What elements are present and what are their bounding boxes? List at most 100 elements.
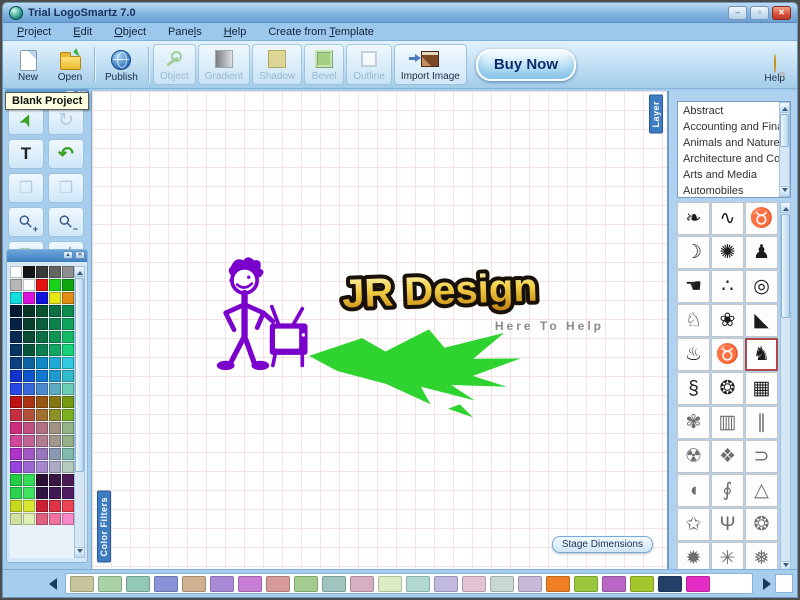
menu-create-from-template[interactable]: Create from Template [268, 26, 374, 38]
pastel-swatch[interactable] [686, 576, 710, 592]
color-swatch[interactable] [49, 487, 61, 499]
color-swatch[interactable] [62, 357, 74, 369]
pastel-swatch[interactable] [574, 576, 598, 592]
color-swatch[interactable] [36, 487, 48, 499]
color-swatch[interactable] [10, 396, 22, 408]
menu-help[interactable]: Help [224, 26, 247, 38]
color-swatch[interactable] [49, 435, 61, 447]
category-item[interactable]: Accounting and Finan [679, 119, 778, 135]
color-swatch[interactable] [62, 448, 74, 460]
color-swatch[interactable] [62, 331, 74, 343]
color-swatch[interactable] [23, 266, 35, 278]
color-swatch[interactable] [36, 500, 48, 512]
squirrels-symbol[interactable]: ❖ [711, 440, 744, 473]
menu-panels[interactable]: Panels [168, 26, 202, 38]
color-swatch[interactable] [49, 448, 61, 460]
color-swatch[interactable] [49, 422, 61, 434]
text-tool[interactable]: T [8, 139, 44, 169]
color-swatch[interactable] [49, 396, 61, 408]
color-swatch[interactable] [62, 500, 74, 512]
checkerboard-symbol[interactable]: ▦ [745, 372, 778, 405]
pastel-swatch[interactable] [490, 576, 514, 592]
color-swatch[interactable] [36, 448, 48, 460]
color-swatch[interactable] [10, 500, 22, 512]
color-swatch[interactable] [36, 422, 48, 434]
category-item[interactable]: Abstract [679, 103, 778, 119]
footprints-symbol[interactable]: ∴ [711, 270, 744, 303]
snowflake-symbol[interactable]: ❅ [745, 542, 778, 572]
color-swatch[interactable] [10, 279, 22, 291]
pastel-swatch[interactable] [406, 576, 430, 592]
pastel-swatch[interactable] [126, 576, 150, 592]
color-swatch[interactable] [10, 409, 22, 421]
color-swatch[interactable] [62, 409, 74, 421]
color-swatch[interactable] [36, 370, 48, 382]
gear-flower-symbol[interactable]: ❂ [745, 508, 778, 541]
color-swatch[interactable] [49, 279, 61, 291]
color-swatch[interactable] [10, 318, 22, 330]
color-swatch[interactable] [36, 344, 48, 356]
category-scrollbar[interactable] [779, 102, 790, 197]
design-canvas[interactable]: JR Design Here To Help Layer Color Filte… [91, 91, 671, 569]
plug-symbol[interactable]: ◖ [677, 474, 710, 507]
color-swatch[interactable] [23, 396, 35, 408]
pastel-swatch[interactable] [546, 576, 570, 592]
bull-head-symbol[interactable]: ♉ [711, 338, 744, 371]
pastel-swatch[interactable] [378, 576, 402, 592]
color-swatch[interactable] [62, 461, 74, 473]
color-swatch[interactable] [10, 487, 22, 499]
color-swatch[interactable] [62, 513, 74, 525]
maximize-button[interactable]: ▫ [750, 6, 769, 20]
palette-scrollbar[interactable] [74, 266, 85, 558]
close-button[interactable]: ✕ [772, 6, 791, 20]
horse-symbol-selected[interactable]: ♞ [745, 338, 778, 371]
pyramid-symbol[interactable]: △ [745, 474, 778, 507]
swatch-preview-box[interactable] [775, 574, 793, 593]
color-swatch[interactable] [10, 344, 22, 356]
color-swatch[interactable] [62, 266, 74, 278]
category-item[interactable]: Architecture and Cons [679, 151, 778, 167]
zoom-out-tool[interactable]: ⚲− [48, 207, 84, 237]
color-swatch[interactable] [49, 318, 61, 330]
color-swatch[interactable] [10, 435, 22, 447]
category-item[interactable]: Arts and Media [679, 167, 778, 183]
color-swatch[interactable] [10, 513, 22, 525]
leaves-symbol[interactable]: ✾ [677, 406, 710, 439]
scroll-down-icon[interactable] [780, 186, 789, 196]
transparent-swatch[interactable] [10, 266, 22, 278]
star-flower-symbol[interactable]: ✺ [711, 236, 744, 269]
color-swatch[interactable] [10, 370, 22, 382]
open-button[interactable]: Open [50, 44, 90, 85]
color-swatch[interactable] [62, 279, 74, 291]
color-swatch[interactable] [23, 513, 35, 525]
color-swatch[interactable] [36, 331, 48, 343]
scroll-left-icon[interactable] [49, 578, 57, 590]
color-swatch[interactable] [23, 279, 35, 291]
zoom-in-tool[interactable]: ⚲+ [8, 207, 44, 237]
color-swatch[interactable] [62, 370, 74, 382]
aster-symbol[interactable]: ✳ [711, 542, 744, 572]
color-swatch[interactable] [10, 448, 22, 460]
color-swatch[interactable] [23, 422, 35, 434]
color-swatch[interactable] [36, 357, 48, 369]
color-swatch[interactable] [10, 474, 22, 486]
layer-panel-tab[interactable]: Layer [649, 95, 663, 134]
color-filters-panel-tab[interactable]: Color Filters [97, 491, 111, 563]
abstract-corner-symbol[interactable]: ◣ [745, 304, 778, 337]
color-swatch[interactable] [23, 344, 35, 356]
pastel-swatch[interactable] [350, 576, 374, 592]
scroll-up-icon[interactable] [781, 203, 790, 213]
pastel-swatch[interactable] [294, 576, 318, 592]
color-swatch[interactable] [62, 487, 74, 499]
dragon-symbol[interactable]: § [677, 372, 710, 405]
color-swatch[interactable] [10, 331, 22, 343]
bullseye-symbol[interactable]: ◎ [745, 270, 778, 303]
pastel-swatch[interactable] [98, 576, 122, 592]
color-swatch[interactable] [36, 318, 48, 330]
color-swatch[interactable] [49, 292, 61, 304]
color-swatch[interactable] [62, 292, 74, 304]
pastel-swatch[interactable] [154, 576, 178, 592]
color-swatch[interactable] [49, 370, 61, 382]
color-swatch[interactable] [23, 383, 35, 395]
color-swatch[interactable] [23, 487, 35, 499]
